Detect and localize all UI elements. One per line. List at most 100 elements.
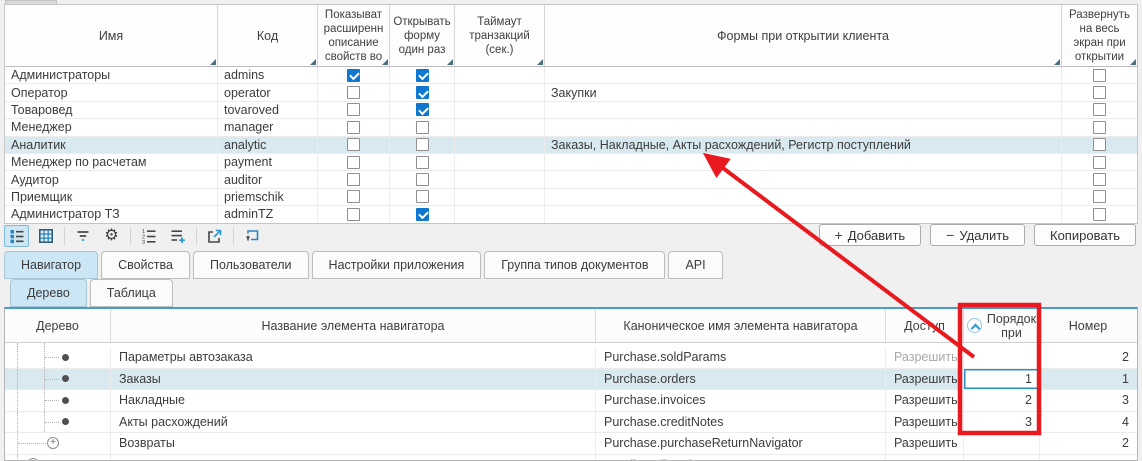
column-header-code[interactable]: Код: [218, 5, 318, 66]
role-name-cell[interactable]: Аудитор: [5, 171, 218, 187]
timeout-cell[interactable]: [455, 189, 545, 205]
role-code-cell[interactable]: payment: [218, 154, 318, 170]
column-header-client-forms[interactable]: Формы при открытии клиента: [545, 5, 1062, 66]
role-code-cell[interactable]: manager: [218, 119, 318, 135]
role-code-cell[interactable]: priemschik: [218, 189, 318, 205]
client-forms-cell[interactable]: [545, 189, 1062, 205]
fullscreen-checkbox[interactable]: [1093, 138, 1106, 151]
table-row-payment[interactable]: Менеджер по расчетам payment: [5, 154, 1137, 171]
table-row-tovaroved[interactable]: Товаровед tovaroved: [5, 102, 1137, 119]
open-in-new-window-button[interactable]: [202, 225, 227, 247]
column-header-order[interactable]: Порядок при: [964, 309, 1040, 342]
role-name-cell[interactable]: Менеджер: [5, 119, 218, 135]
copy-button[interactable]: Копировать: [1034, 224, 1136, 246]
tab-users[interactable]: Пользователи: [193, 251, 309, 279]
order-cell[interactable]: [964, 433, 1040, 454]
fullscreen-checkbox[interactable]: [1093, 190, 1106, 203]
timeout-cell[interactable]: [455, 119, 545, 135]
fullscreen-checkbox[interactable]: [1093, 156, 1106, 169]
access-cell[interactable]: Разрешить: [886, 433, 964, 454]
element-name-cell[interactable]: Накладные: [111, 390, 596, 411]
subtab-table[interactable]: Таблица: [90, 279, 173, 307]
number-cell[interactable]: 3: [1040, 390, 1136, 411]
role-name-cell[interactable]: Менеджер по расчетам: [5, 154, 218, 170]
tree-row-orders-selected[interactable]: Заказы Purchase.orders Разрешить 1 1: [5, 369, 1137, 391]
timeout-cell[interactable]: [455, 67, 545, 83]
access-cell[interactable]: Разрешить: [886, 369, 964, 390]
show-extended-checkbox[interactable]: [347, 86, 360, 99]
show-extended-checkbox[interactable]: [347, 69, 360, 82]
client-forms-cell[interactable]: [545, 102, 1062, 118]
timeout-cell[interactable]: [455, 84, 545, 100]
order-cell[interactable]: 3: [964, 412, 1040, 433]
filter-button[interactable]: [70, 225, 95, 247]
subtab-tree[interactable]: Дерево: [10, 279, 87, 307]
timeout-cell[interactable]: [455, 171, 545, 187]
numbered-list-button[interactable]: 123: [136, 225, 161, 247]
table-row-adminTZ[interactable]: Администратор ТЗ adminTZ: [5, 206, 1137, 223]
column-header-access[interactable]: Доступ: [886, 309, 964, 342]
fullscreen-checkbox[interactable]: [1093, 173, 1106, 186]
tree-row-returns[interactable]: + Возвраты Purchase.purchaseReturnNaviga…: [5, 433, 1137, 455]
fullscreen-checkbox[interactable]: [1093, 103, 1106, 116]
number-cell[interactable]: 6: [1040, 455, 1136, 461]
list-view-button[interactable]: [4, 225, 29, 247]
open-once-checkbox[interactable]: [416, 208, 429, 221]
column-header-open-once[interactable]: Открывать форму один раз: [390, 5, 455, 66]
column-header-tree[interactable]: Дерево: [5, 309, 111, 342]
reload-button[interactable]: [239, 225, 264, 247]
element-name-cell[interactable]: Акты расхождений: [111, 412, 596, 433]
show-extended-checkbox[interactable]: [347, 103, 360, 116]
column-header-show-extended[interactable]: Показыват расширенн описание свойств во: [318, 5, 390, 66]
element-name-cell[interactable]: Заказы: [111, 369, 596, 390]
client-forms-cell[interactable]: Заказы, Накладные, Акты расхождений, Рег…: [545, 137, 1062, 153]
column-header-element-name[interactable]: Название элемента навигатора: [111, 309, 596, 342]
client-forms-cell[interactable]: [545, 154, 1062, 170]
tree-row-sold-params[interactable]: Параметры автозаказа Purchase.soldParams…: [5, 347, 1137, 369]
tab-api[interactable]: API: [668, 251, 722, 279]
role-name-cell[interactable]: Товаровед: [5, 102, 218, 118]
tab-navigator[interactable]: Навигатор: [4, 251, 98, 279]
role-code-cell[interactable]: tovaroved: [218, 102, 318, 118]
role-name-cell[interactable]: Оператор: [5, 84, 218, 100]
table-row-priemschik[interactable]: Приемщик priemschik: [5, 189, 1137, 206]
timeout-cell[interactable]: [455, 137, 545, 153]
tab-properties[interactable]: Свойства: [101, 251, 190, 279]
tab-app-settings[interactable]: Настройки приложения: [312, 251, 482, 279]
canonical-name-cell[interactable]: Purchase.creditNotes: [596, 412, 886, 433]
access-cell[interactable]: Разрешить: [886, 455, 964, 461]
table-row-operator[interactable]: Оператор operator Закупки: [5, 84, 1137, 101]
open-once-checkbox[interactable]: [416, 138, 429, 151]
fullscreen-checkbox[interactable]: [1093, 208, 1106, 221]
show-extended-checkbox[interactable]: [347, 190, 360, 203]
open-once-checkbox[interactable]: [416, 69, 429, 82]
number-cell[interactable]: 2: [1040, 347, 1136, 368]
table-row-admins[interactable]: Администраторы admins: [5, 67, 1137, 84]
role-name-cell[interactable]: Администратор ТЗ: [5, 206, 218, 222]
sort-ascending-icon[interactable]: [967, 318, 982, 333]
tree-row-retail-clipped[interactable]: Розница Retail.retailNavigator Разрешить…: [5, 455, 1137, 461]
timeout-cell[interactable]: [455, 206, 545, 222]
role-name-cell[interactable]: Приемщик: [5, 189, 218, 205]
tree-expand-icon[interactable]: +: [47, 437, 59, 449]
column-header-name[interactable]: Имя: [5, 5, 218, 66]
canonical-name-cell[interactable]: Purchase.orders: [596, 369, 886, 390]
show-extended-checkbox[interactable]: [347, 138, 360, 151]
access-cell[interactable]: Разрешить: [886, 390, 964, 411]
client-forms-cell[interactable]: [545, 206, 1062, 222]
order-cell[interactable]: [964, 455, 1040, 461]
timeout-cell[interactable]: [455, 102, 545, 118]
canonical-name-cell[interactable]: Retail.retailNavigator: [596, 455, 886, 461]
column-header-timeout[interactable]: Таймаут транзакций (сек.): [455, 5, 545, 66]
column-header-fullscreen[interactable]: Развернуть на весь экран при открытии: [1062, 5, 1137, 66]
canonical-name-cell[interactable]: Purchase.invoices: [596, 390, 886, 411]
open-once-checkbox[interactable]: [416, 190, 429, 203]
grid-view-button[interactable]: [33, 225, 58, 247]
show-extended-checkbox[interactable]: [347, 208, 360, 221]
order-cell[interactable]: [964, 347, 1040, 368]
open-once-checkbox[interactable]: [416, 173, 429, 186]
role-name-cell[interactable]: Администраторы: [5, 67, 218, 83]
role-name-cell[interactable]: Аналитик: [5, 137, 218, 153]
show-extended-checkbox[interactable]: [347, 173, 360, 186]
number-cell[interactable]: 1: [1040, 369, 1136, 390]
